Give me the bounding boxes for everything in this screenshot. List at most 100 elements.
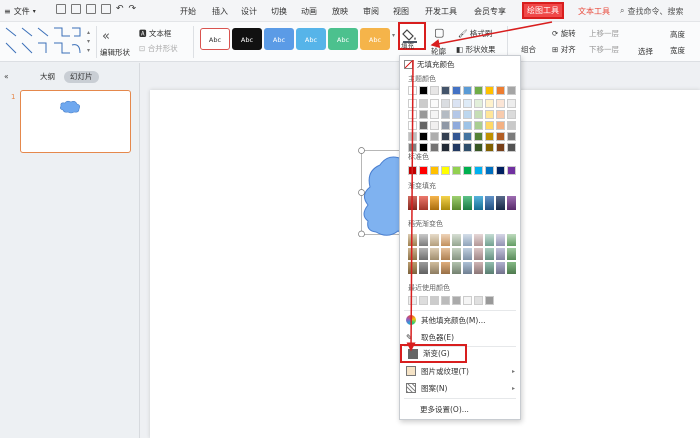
theme-shade-swatch[interactable] <box>430 132 439 141</box>
theme-shade-swatch[interactable] <box>452 143 461 152</box>
print-icon[interactable] <box>86 4 96 14</box>
move-down-button[interactable]: 下移一层 <box>589 44 619 55</box>
align-button[interactable]: ⊞ 对齐 <box>552 44 576 55</box>
rice-gradient-swatch[interactable] <box>419 234 428 246</box>
resize-handle[interactable] <box>358 189 365 196</box>
rice-gradient-swatch[interactable] <box>441 248 450 260</box>
theme-shade-swatch[interactable] <box>496 121 505 130</box>
theme-shade-swatch[interactable] <box>408 121 417 130</box>
theme-shade-swatch[interactable] <box>474 132 483 141</box>
standard-color-swatch[interactable] <box>452 166 461 175</box>
theme-shade-swatch[interactable] <box>452 110 461 119</box>
theme-color-swatch[interactable] <box>430 86 439 95</box>
theme-shade-swatch[interactable] <box>507 132 516 141</box>
rice-gradient-swatch[interactable] <box>452 248 461 260</box>
rice-gradient-swatch[interactable] <box>441 262 450 274</box>
tab-slides[interactable]: 幻灯片 <box>64 71 99 83</box>
text-box-button[interactable]: 🅰 文本框 <box>139 28 171 39</box>
theme-shade-swatch[interactable] <box>485 132 494 141</box>
rice-gradient-swatch[interactable] <box>463 234 472 246</box>
theme-shade-swatch[interactable] <box>496 99 505 108</box>
undo-icon[interactable]: ↶ <box>116 4 124 14</box>
rice-gradient-swatch[interactable] <box>474 262 483 274</box>
pattern-item[interactable]: 图案(N) ▸ <box>400 380 520 396</box>
file-menu[interactable]: ≡ 文件 ▾ <box>4 4 36 18</box>
rice-gradient-swatch[interactable] <box>474 248 483 260</box>
tab-transition[interactable]: 切换 <box>271 5 287 18</box>
recent-color-swatch[interactable] <box>441 296 450 305</box>
theme-shade-swatch[interactable] <box>474 99 483 108</box>
redo-icon[interactable]: ↷ <box>129 4 137 14</box>
resize-handle[interactable] <box>358 147 365 154</box>
tab-animation[interactable]: 动画 <box>301 5 317 18</box>
resize-handle[interactable] <box>358 230 365 237</box>
theme-shade-swatch[interactable] <box>474 143 483 152</box>
theme-shade-swatch[interactable] <box>419 110 428 119</box>
export-icon[interactable] <box>71 4 81 14</box>
tab-slideshow[interactable]: 放映 <box>332 5 348 18</box>
edit-shape-button[interactable]: 编辑形状 <box>100 47 130 58</box>
rice-gradient-swatch[interactable] <box>430 234 439 246</box>
gradient-swatch[interactable] <box>474 196 483 210</box>
tab-outline[interactable]: 大纲 <box>40 71 55 83</box>
rice-gradient-swatch[interactable] <box>419 262 428 274</box>
recent-color-swatch[interactable] <box>452 296 461 305</box>
rice-gradient-swatch[interactable] <box>485 262 494 274</box>
rice-gradient-swatch[interactable] <box>408 248 417 260</box>
gradient-swatch[interactable] <box>430 196 439 210</box>
tab-text-tools[interactable]: 文本工具 <box>578 5 610 18</box>
theme-shade-swatch[interactable] <box>485 143 494 152</box>
theme-color-swatch[interactable] <box>463 86 472 95</box>
theme-color-swatch[interactable] <box>507 86 516 95</box>
recent-color-swatch[interactable] <box>419 296 428 305</box>
merge-shape-button[interactable]: ⊡ 合并形状 <box>139 43 178 54</box>
preview-icon[interactable] <box>101 4 111 14</box>
theme-shade-swatch[interactable] <box>507 121 516 130</box>
recent-color-swatch[interactable] <box>408 296 417 305</box>
slide-thumbnail[interactable] <box>20 90 131 153</box>
theme-shade-swatch[interactable] <box>452 132 461 141</box>
group-button[interactable]: 组合 <box>521 44 536 55</box>
theme-shade-swatch[interactable] <box>441 110 450 119</box>
theme-shade-swatch[interactable] <box>485 99 494 108</box>
theme-color-swatch[interactable] <box>441 86 450 95</box>
standard-color-swatch[interactable] <box>485 166 494 175</box>
theme-shade-swatch[interactable] <box>485 121 494 130</box>
standard-color-swatch[interactable] <box>496 166 505 175</box>
rice-gradient-swatch[interactable] <box>430 248 439 260</box>
rice-gradient-swatch[interactable] <box>507 234 516 246</box>
theme-shade-swatch[interactable] <box>496 143 505 152</box>
recent-color-swatch[interactable] <box>430 296 439 305</box>
rice-gradient-swatch[interactable] <box>474 234 483 246</box>
eyedropper-item[interactable]: ✎ 取色器(E) <box>400 329 520 345</box>
search-box[interactable]: ⌕ 查找命令、搜索 <box>620 4 700 18</box>
rice-gradient-swatch[interactable] <box>408 234 417 246</box>
fill-button[interactable]: 填充 <box>398 22 426 50</box>
rice-gradient-swatch[interactable] <box>507 262 516 274</box>
style-swatch[interactable]: Abc <box>264 28 294 50</box>
tab-membership[interactable]: 会员专享 <box>474 5 506 18</box>
theme-shade-swatch[interactable] <box>507 99 516 108</box>
theme-shade-swatch[interactable] <box>430 99 439 108</box>
theme-shade-swatch[interactable] <box>430 121 439 130</box>
standard-color-swatch[interactable] <box>441 166 450 175</box>
theme-shade-swatch[interactable] <box>507 110 516 119</box>
shape-effect-button[interactable]: ◧ 形状效果 <box>456 44 495 55</box>
tab-insert[interactable]: 插入 <box>212 5 228 18</box>
standard-color-swatch[interactable] <box>419 166 428 175</box>
rice-gradient-swatch[interactable] <box>452 234 461 246</box>
style-gallery-scroll[interactable]: ▾ <box>392 32 395 39</box>
standard-color-swatch[interactable] <box>430 166 439 175</box>
style-swatch[interactable]: Abc <box>328 28 358 50</box>
rice-gradient-swatch[interactable] <box>496 248 505 260</box>
rice-gradient-swatch[interactable] <box>496 262 505 274</box>
theme-shade-swatch[interactable] <box>419 121 428 130</box>
rice-gradient-swatch[interactable] <box>430 262 439 274</box>
theme-shade-swatch[interactable] <box>441 121 450 130</box>
tab-design[interactable]: 设计 <box>241 5 257 18</box>
gallery-scroll[interactable]: ▴ ▾ ▾ <box>87 28 90 55</box>
theme-color-swatch[interactable] <box>452 86 461 95</box>
tab-drawing-tools[interactable]: 绘图工具 <box>522 2 564 19</box>
theme-shade-swatch[interactable] <box>430 110 439 119</box>
save-icon[interactable] <box>56 4 66 14</box>
